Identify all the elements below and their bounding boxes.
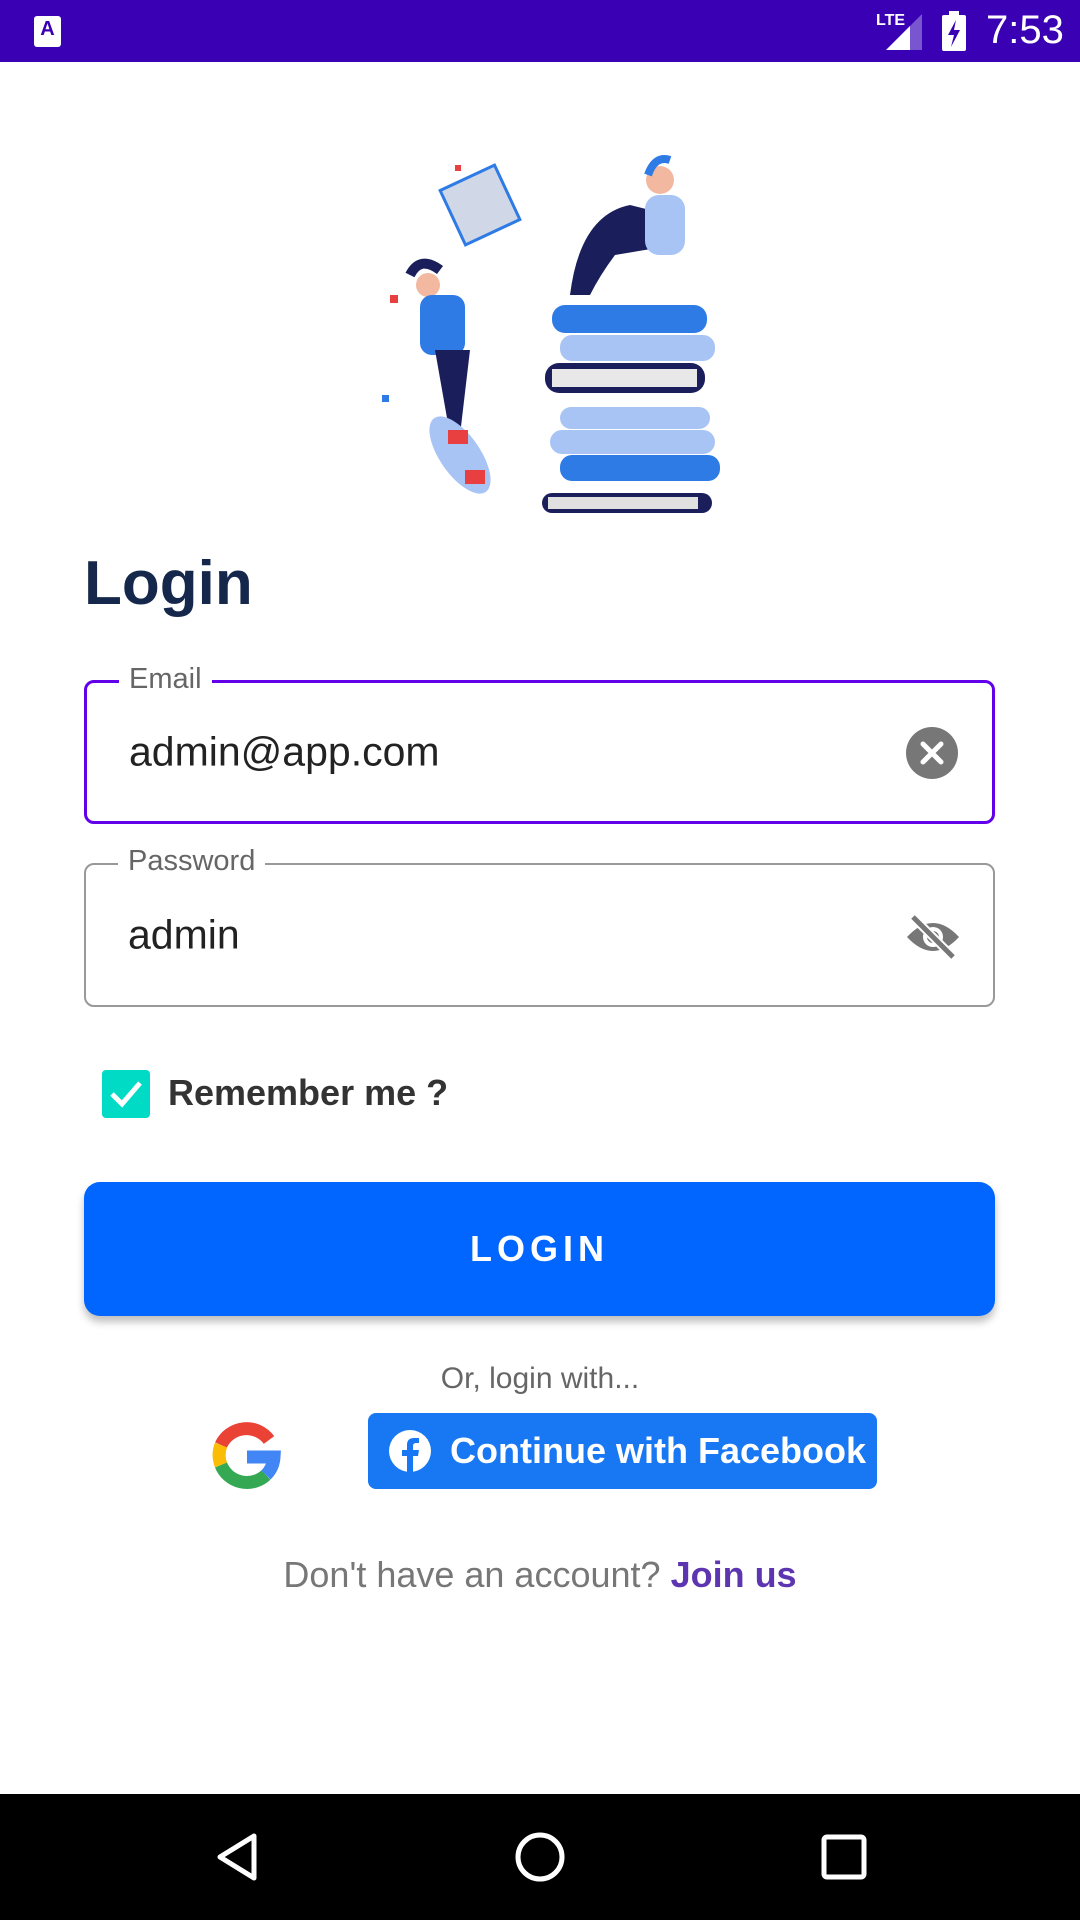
password-label: Password [118,845,266,878]
remember-me-checkbox[interactable] [102,1070,150,1118]
page-title: Login [84,549,253,618]
accessibility-notification-icon: A [34,16,61,47]
password-field[interactable]: Password admin [84,845,995,1007]
email-label: Email [119,663,212,696]
signal-icon [886,14,922,50]
reading-illustration [382,155,720,513]
password-input[interactable]: admin [128,912,240,959]
facebook-login-button[interactable]: Continue with Facebook [368,1413,877,1489]
google-login-icon[interactable] [211,1420,281,1490]
remember-me-label[interactable]: Remember me ? [168,1072,448,1114]
facebook-button-label: Continue with Facebook [450,1430,867,1471]
email-input[interactable]: admin@app.com [129,729,440,776]
signup-prompt-text: Don't have an account? [283,1554,661,1595]
facebook-icon [389,1430,431,1473]
login-button[interactable]: LOGIN [84,1182,995,1316]
email-field[interactable]: Email admin@app.com [84,663,995,824]
or-login-with-text: Or, login with... [440,1362,640,1395]
navigation-bar [0,1794,1080,1920]
recents-icon[interactable] [821,1834,867,1880]
battery-charging-icon [942,11,966,51]
status-bar: A LTE 7:53 [0,0,1080,62]
clock: 7:53 [986,8,1064,52]
back-icon[interactable] [212,1832,262,1882]
home-icon[interactable] [514,1831,566,1883]
visibility-off-icon[interactable] [903,913,963,961]
signup-prompt: Don't have an account? Join us [0,1554,1080,1596]
clear-icon[interactable] [906,727,958,779]
join-us-link[interactable]: Join us [671,1554,797,1595]
check-icon [110,1081,142,1108]
